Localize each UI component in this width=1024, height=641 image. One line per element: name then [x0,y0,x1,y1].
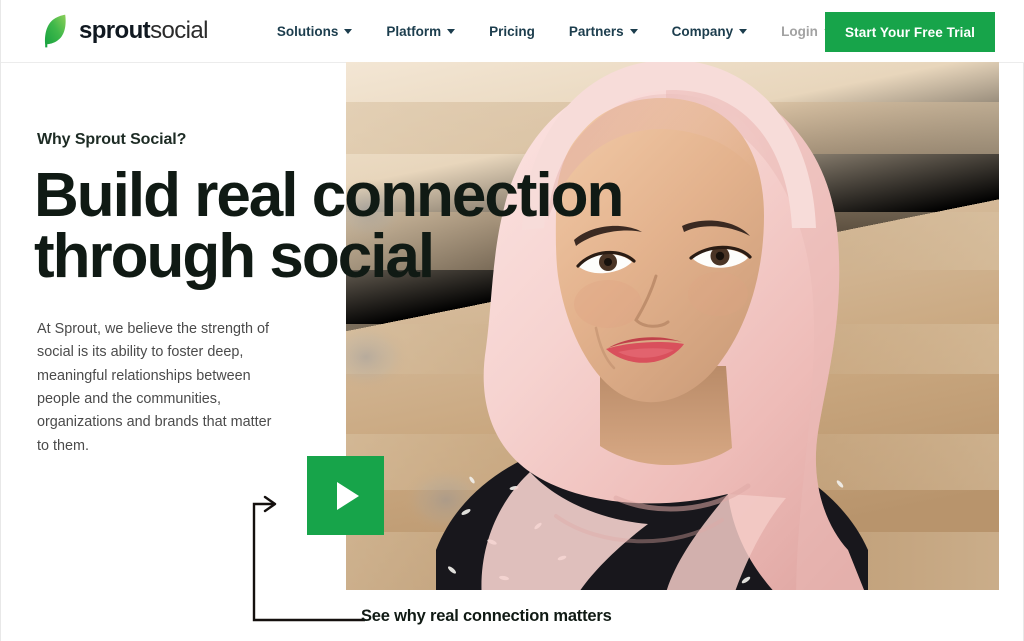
play-video-button[interactable] [307,456,384,535]
nav-item-label: Solutions [276,23,339,39]
nav-item-solutions[interactable]: Solutions [277,24,353,39]
chevron-down-icon [447,28,456,34]
hero-body-text: At Sprout, we believe the strength of so… [37,321,272,454]
chevron-down-icon [629,28,638,34]
video-caption-link[interactable]: See why real connection matters [361,607,612,626]
leaf-icon [43,14,68,48]
hero-eyebrow: Why Sprout Social? [37,131,187,148]
page-title: Build real connection through social [34,161,624,292]
nav-links: Solutions Platform Pricing Partners Comp… [277,24,866,39]
brand-logo[interactable]: sproutsocial [43,14,208,48]
hero-image [346,62,999,590]
nav-item-label: Login [781,23,818,39]
start-free-trial-button[interactable]: Start Your Free Trial [825,12,995,52]
chevron-down-icon [739,28,748,34]
nav-item-label: Company [671,23,734,39]
nav-item-label: Partners [568,23,624,39]
play-triangle-icon [337,481,359,510]
brand-wordmark: sproutsocial [79,17,208,45]
nav-item-company[interactable]: Company [672,24,748,39]
nav-item-label: Pricing [489,23,535,39]
chevron-down-icon [344,28,353,34]
brand-name-bold: sprout [79,17,151,44]
nav-item-label: Platform [386,23,442,39]
nav-item-partners[interactable]: Partners [569,24,638,39]
nav-item-pricing[interactable]: Pricing [489,24,535,39]
nav-item-platform[interactable]: Platform [386,23,456,39]
top-navigation-bar: sproutsocial Solutions Platform Pricing … [1,0,1024,63]
brand-name-regular: social [150,17,208,44]
